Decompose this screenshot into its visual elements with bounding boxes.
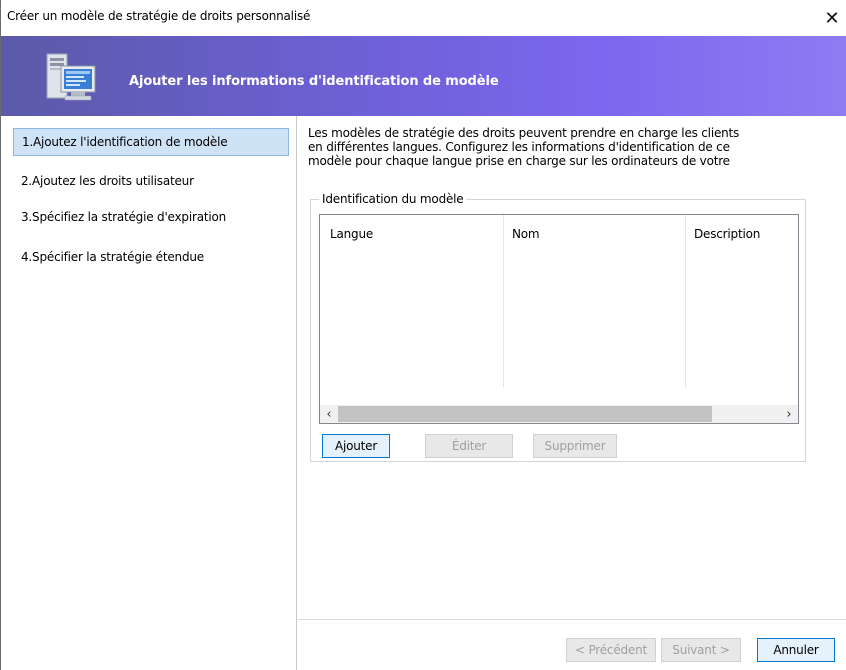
intro-text: Les modèles de stratégie des droits peuv…: [308, 126, 828, 168]
title-bar: Créer un modèle de stratégie de droits p…: [1, 0, 846, 36]
step-label: 3.Spécifiez la stratégie d'expiration: [21, 210, 227, 224]
server-computer-icon: [46, 53, 96, 101]
delete-button[interactable]: Supprimer: [533, 434, 617, 458]
column-header-langue[interactable]: Langue: [330, 227, 373, 241]
step-label: 1.Ajoutez l'identification de modèle: [22, 135, 228, 149]
step-extended-policy[interactable]: 4.Spécifier la stratégie étendue: [13, 244, 204, 272]
scroll-left-icon[interactable]: ‹: [320, 405, 338, 423]
previous-button[interactable]: < Précédent: [566, 638, 656, 662]
step-add-user-rights[interactable]: 2.Ajoutez les droits utilisateur: [13, 168, 194, 196]
close-icon[interactable]: ✕: [817, 0, 846, 36]
intro-line: en différentes langues. Configurez les i…: [308, 140, 730, 154]
header-banner: Ajouter les informations d'identificatio…: [1, 36, 846, 116]
groupbox-title: Identification du modèle: [319, 192, 467, 206]
column-header-nom[interactable]: Nom: [512, 227, 540, 241]
scroll-thumb[interactable]: [338, 406, 712, 422]
main-content: Les modèles de stratégie des droits peuv…: [298, 116, 846, 670]
dialog-window: Créer un modèle de stratégie de droits p…: [0, 0, 846, 670]
identification-groupbox: Identification du modèle Langue Nom Desc…: [310, 192, 806, 462]
window-title: Créer un modèle de stratégie de droits p…: [7, 9, 311, 23]
footer-divider: [298, 619, 846, 620]
add-button[interactable]: Ajouter: [322, 434, 390, 458]
identification-list[interactable]: Langue Nom Description ‹ ›: [319, 214, 799, 424]
scroll-right-icon[interactable]: ›: [780, 405, 798, 423]
step-label: 4.Spécifier la stratégie étendue: [21, 250, 204, 264]
step-label: 2.Ajoutez les droits utilisateur: [21, 174, 194, 188]
step-expiration-policy[interactable]: 3.Spécifiez la stratégie d'expiration: [13, 204, 226, 232]
column-header-description[interactable]: Description: [694, 227, 760, 241]
wizard-steps-sidebar: 1.Ajoutez l'identification de modèle 2.A…: [1, 116, 297, 670]
cancel-button[interactable]: Annuler: [757, 638, 835, 662]
step-add-identification[interactable]: 1.Ajoutez l'identification de modèle: [13, 128, 289, 156]
intro-line: modèle pour chaque langue prise en charg…: [308, 154, 730, 168]
banner-heading: Ajouter les informations d'identificatio…: [129, 74, 499, 89]
horizontal-scrollbar[interactable]: ‹ ›: [320, 405, 798, 423]
intro-line: Les modèles de stratégie des droits peuv…: [308, 126, 740, 140]
next-button[interactable]: Suivant >: [661, 638, 741, 662]
edit-button[interactable]: Éditer: [425, 434, 513, 458]
